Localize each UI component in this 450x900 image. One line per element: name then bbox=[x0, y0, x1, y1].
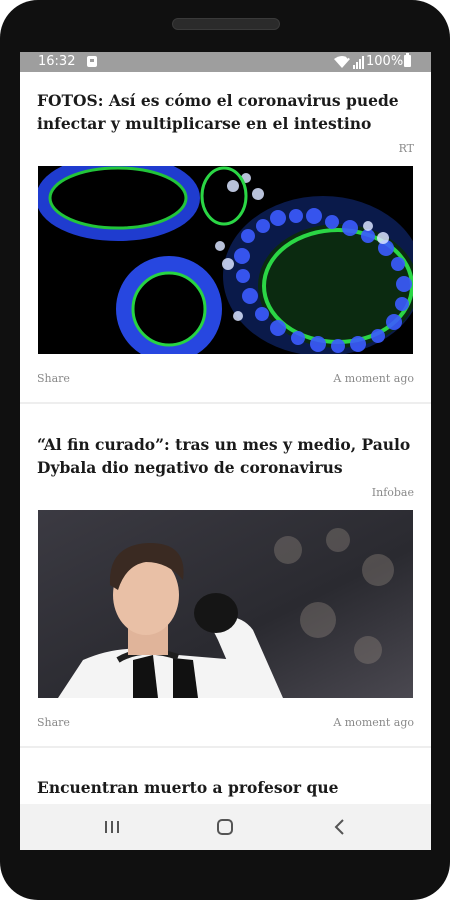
recents-icon[interactable] bbox=[102, 818, 122, 836]
news-feed[interactable]: FOTOS: Así es cómo el coronavirus puede … bbox=[20, 72, 431, 804]
screen: 16:32 100% FOTOS: Así es cómo el coronav… bbox=[20, 52, 431, 850]
back-icon[interactable] bbox=[330, 818, 350, 836]
battery-percentage: 100% bbox=[366, 54, 404, 69]
status-bar: 16:32 100% bbox=[20, 52, 431, 72]
signal-icon bbox=[353, 56, 364, 69]
article-source: RT bbox=[398, 142, 414, 155]
article-title[interactable]: FOTOS: Así es cómo el coronavirus puede … bbox=[37, 89, 417, 135]
phone-speaker bbox=[172, 18, 280, 30]
article-title[interactable]: “Al fin curado”: tras un mes y medio, Pa… bbox=[37, 433, 417, 479]
article-source: Infobae bbox=[371, 486, 414, 499]
article-card[interactable]: “Al fin curado”: tras un mes y medio, Pa… bbox=[20, 404, 431, 746]
microscopy-image bbox=[38, 166, 413, 354]
battery-icon bbox=[404, 53, 411, 67]
article-title[interactable]: Encuentran muerto a profesor que investi… bbox=[37, 776, 417, 804]
football-player-photo bbox=[38, 510, 413, 698]
article-card[interactable]: Encuentran muerto a profesor que investi… bbox=[20, 748, 431, 804]
share-button[interactable]: Share bbox=[37, 716, 70, 729]
home-icon[interactable] bbox=[215, 818, 235, 836]
share-button[interactable]: Share bbox=[37, 372, 70, 385]
article-card[interactable]: FOTOS: Así es cómo el coronavirus puede … bbox=[20, 72, 431, 402]
article-image[interactable] bbox=[38, 166, 413, 354]
phone-frame: 16:32 100% FOTOS: Así es cómo el coronav… bbox=[0, 0, 450, 900]
article-time: A moment ago bbox=[333, 372, 414, 385]
wifi-icon bbox=[334, 55, 350, 68]
notification-icon bbox=[87, 56, 97, 67]
article-time: A moment ago bbox=[333, 716, 414, 729]
navigation-bar bbox=[20, 804, 431, 850]
article-image[interactable] bbox=[38, 510, 413, 698]
status-time: 16:32 bbox=[38, 54, 76, 69]
